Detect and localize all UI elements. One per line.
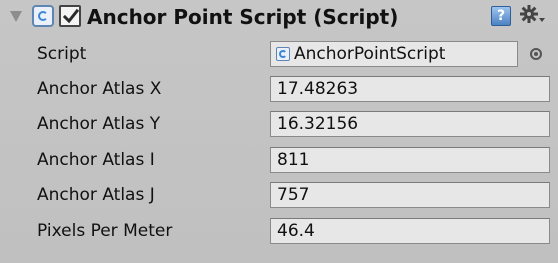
field-row-anchor-atlas-j: Anchor Atlas J 757 <box>0 179 558 213</box>
component-header[interactable]: Anchor Point Script (Script) <box>0 0 558 40</box>
field-label: Anchor Atlas I <box>37 150 155 170</box>
script-icon <box>276 47 290 61</box>
help-icon[interactable] <box>491 6 511 26</box>
gear-icon[interactable] <box>519 4 547 26</box>
foldout-triangle-icon[interactable] <box>10 11 22 22</box>
script-label: Script <box>37 44 87 64</box>
field-row-pixels-per-meter: Pixels Per Meter 46.4 <box>0 215 558 249</box>
field-row-anchor-atlas-i: Anchor Atlas I 811 <box>0 144 558 178</box>
script-icon <box>32 5 54 27</box>
object-picker-icon[interactable] <box>530 48 542 60</box>
field-row-anchor-atlas-y: Anchor Atlas Y 16.32156 <box>0 108 558 142</box>
component-enabled-checkbox[interactable] <box>59 5 81 27</box>
anchor-atlas-j-input[interactable]: 757 <box>270 182 550 208</box>
anchor-atlas-x-input[interactable]: 17.48263 <box>270 76 550 102</box>
field-label: Anchor Atlas X <box>37 79 162 99</box>
anchor-atlas-y-input[interactable]: 16.32156 <box>270 111 550 137</box>
inspector-component-panel: Anchor Point Script (Script) Script Anch… <box>0 0 558 263</box>
script-object-name: AnchorPointScript <box>294 44 446 64</box>
anchor-atlas-i-input[interactable]: 811 <box>270 147 550 173</box>
field-label: Anchor Atlas J <box>37 185 155 205</box>
field-label: Pixels Per Meter <box>37 221 173 241</box>
pixels-per-meter-input[interactable]: 46.4 <box>270 218 550 244</box>
field-label: Anchor Atlas Y <box>37 114 161 134</box>
field-row-anchor-atlas-x: Anchor Atlas X 17.48263 <box>0 73 558 107</box>
script-row: Script AnchorPointScript <box>0 38 558 72</box>
checkmark-icon <box>62 8 80 24</box>
component-title: Anchor Point Script (Script) <box>87 5 399 29</box>
script-object-field[interactable]: AnchorPointScript <box>270 41 518 67</box>
